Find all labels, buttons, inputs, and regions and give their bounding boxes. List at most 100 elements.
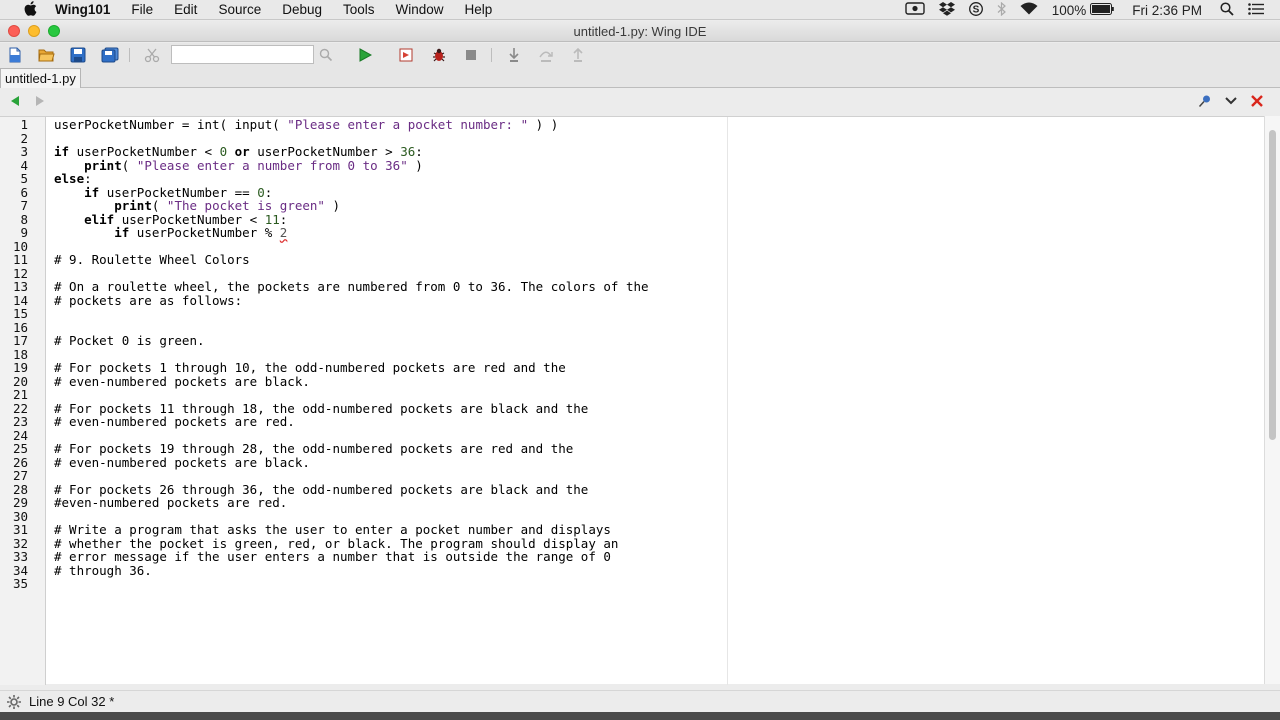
run-icon[interactable] <box>356 46 374 64</box>
line-number: 11 <box>12 252 28 267</box>
line-number: 9 <box>20 225 28 240</box>
line-number: 27 <box>12 468 28 483</box>
line-number: 31 <box>12 522 28 537</box>
step-into-icon[interactable] <box>505 46 523 64</box>
comment: # error message if the user enters a num… <box>54 549 611 564</box>
editor-tab-strip: untitled-1.py <box>0 67 1280 88</box>
window-title: untitled-1.py: Wing IDE <box>573 24 707 39</box>
menu-debug[interactable]: Debug <box>282 2 322 17</box>
code-line: 1 userPocketNumber = int( input( "Please … <box>0 118 1264 132</box>
code-line: 23 # even-numbered pockets are red. <box>0 415 1264 429</box>
chevron-down-icon[interactable] <box>1224 94 1238 111</box>
code-line: 13 # On a roulette wheel, the pockets are… <box>0 280 1264 294</box>
line-number: 21 <box>12 387 28 402</box>
editor-nav-bar <box>0 89 1280 114</box>
code-line: 3 if userPocketNumber < 0 or userPocketNu… <box>0 145 1264 159</box>
dropbox-icon[interactable] <box>938 1 955 19</box>
menu-app-name[interactable]: Wing101 <box>55 2 110 17</box>
code-line: 27 <box>0 469 1264 483</box>
line-number: 7 <box>20 198 28 213</box>
menu-edit[interactable]: Edit <box>174 2 197 17</box>
code-line: 25 # For pockets 19 through 28, the odd-n… <box>0 442 1264 456</box>
code-line: 2 <box>0 130 1264 146</box>
save-all-icon[interactable] <box>101 46 119 64</box>
code-text: userPocketNumber = int( input( <box>54 117 288 132</box>
comment: # For pockets 19 through 28, the odd-num… <box>54 441 574 456</box>
line-number: 23 <box>12 414 28 429</box>
line-number: 14 <box>12 292 28 308</box>
comment: # Write a program that asks the user to … <box>54 522 611 537</box>
save-icon[interactable] <box>69 46 87 64</box>
menu-window[interactable]: Window <box>396 2 444 17</box>
line-number: 22 <box>12 400 28 416</box>
bluetooth-icon[interactable] <box>997 1 1006 19</box>
close-icon[interactable] <box>1250 94 1264 111</box>
code-text: ) ) <box>528 117 559 132</box>
code-line: 7 print( "The pocket is green" ) <box>0 199 1264 213</box>
code-editor[interactable]: 1 userPocketNumber = int( input( "Please … <box>0 116 1264 685</box>
code-line: 16 <box>0 320 1264 335</box>
code-line: 12 <box>0 265 1264 281</box>
code-line: 32 # whether the pocket is green, red, or… <box>0 536 1264 551</box>
line-number: 13 <box>12 279 28 294</box>
bug-icon[interactable] <box>430 46 448 64</box>
code-line: 29 #even-numbered pockets are red. <box>0 496 1264 510</box>
gear-icon[interactable] <box>6 694 22 713</box>
keyword: if <box>114 225 130 240</box>
new-file-icon[interactable] <box>6 46 24 64</box>
line-number: 29 <box>12 495 28 510</box>
code-line: 24 <box>0 428 1264 443</box>
step-out-icon[interactable] <box>569 46 587 64</box>
comment: # For pockets 26 through 36, the odd-num… <box>54 481 589 497</box>
toolbar-search-input[interactable] <box>171 45 314 64</box>
skype-icon[interactable]: S <box>968 1 983 19</box>
menu-file[interactable]: File <box>131 2 153 17</box>
line-number: 34 <box>12 562 28 578</box>
screen-record-icon[interactable] <box>904 2 925 18</box>
pin-icon[interactable] <box>1198 94 1212 111</box>
menu-tools[interactable]: Tools <box>343 2 375 17</box>
forward-arrow-icon[interactable] <box>34 95 46 110</box>
code-line: 10 <box>0 238 1264 254</box>
back-arrow-icon[interactable] <box>9 95 21 110</box>
wifi-icon[interactable] <box>1020 2 1038 18</box>
spotlight-icon[interactable] <box>1220 1 1234 19</box>
menu-help[interactable]: Help <box>465 2 493 17</box>
cut-icon[interactable] <box>143 46 161 64</box>
step-over-icon[interactable] <box>537 46 555 64</box>
line-number: 18 <box>12 346 28 362</box>
scrollbar-thumb[interactable] <box>1269 130 1276 440</box>
search-icon[interactable] <box>317 46 335 64</box>
code-line: 19 # For pockets 1 through 10, the odd-nu… <box>0 361 1264 375</box>
clock[interactable]: Fri 2:36 PM <box>1132 3 1202 18</box>
debug-file-icon[interactable] <box>397 46 415 64</box>
tab-untitled-1[interactable]: untitled-1.py <box>0 68 81 88</box>
line-number: 5 <box>20 171 28 186</box>
line-number: 12 <box>12 265 28 281</box>
comment: # even-numbered pockets are black. <box>54 373 310 389</box>
editor-vertical-scrollbar[interactable] <box>1264 116 1280 684</box>
window-bottom-edge <box>0 712 1280 720</box>
syntax-error-marker: 2 <box>279 225 288 240</box>
comment: # through 36. <box>54 562 152 578</box>
line-number: 10 <box>12 238 28 254</box>
menu-source[interactable]: Source <box>218 2 261 17</box>
code-text: ) <box>324 198 341 213</box>
battery-icon[interactable] <box>1090 2 1115 18</box>
line-number: 2 <box>20 130 28 146</box>
battery-text: 100% <box>1051 2 1087 18</box>
code-line: 17 # Pocket 0 is green. <box>0 334 1264 348</box>
open-folder-icon[interactable] <box>37 46 55 64</box>
notification-list-icon[interactable] <box>1248 2 1264 18</box>
svg-text:S: S <box>972 4 979 15</box>
stop-icon[interactable] <box>462 46 480 64</box>
code-text: ) <box>407 157 423 173</box>
comment: # On a roulette wheel, the pockets are n… <box>54 279 649 294</box>
code-text: userPocketNumber % <box>129 225 280 240</box>
line-number: 30 <box>12 508 28 524</box>
code-line: 20 # even-numbered pockets are black. <box>0 373 1264 389</box>
code-line: 35 <box>0 577 1264 591</box>
apple-icon[interactable] <box>22 0 38 19</box>
code-line: 22 # For pockets 11 through 18, the odd-n… <box>0 400 1264 416</box>
comment: # For pockets 11 through 18, the odd-num… <box>54 400 589 416</box>
